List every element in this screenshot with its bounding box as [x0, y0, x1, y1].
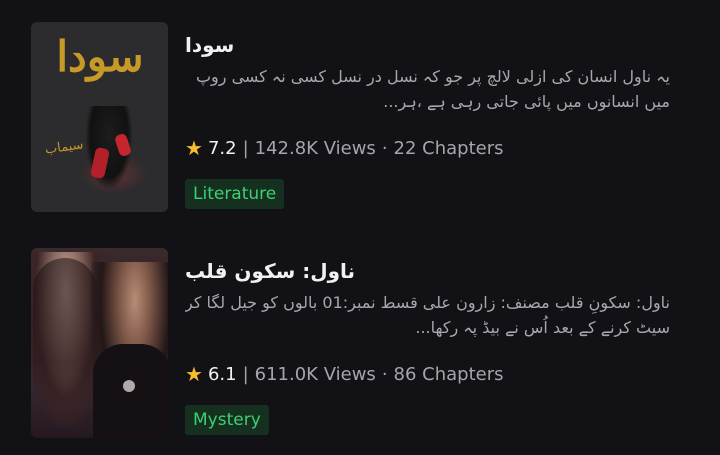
meta-dot: · [381, 137, 388, 159]
book-rating: 6.1 [207, 363, 237, 385]
book-title[interactable]: ناول: سکون قلب [185, 259, 670, 283]
book-cover[interactable] [31, 248, 168, 438]
genre-tag[interactable]: Mystery [185, 405, 269, 435]
book-views: 611.0K Views [254, 363, 376, 385]
cover-hair [33, 258, 97, 408]
star-icon: ★ [185, 362, 203, 386]
cover-title: سودا [56, 32, 144, 81]
star-icon: ★ [185, 136, 203, 160]
book-cover[interactable]: سودا سیماب [31, 22, 168, 212]
meta-separator: | [242, 137, 249, 159]
genre-tag[interactable]: Literature [185, 179, 285, 209]
book-description: یہ ناول انسان کی ازلی لالچ پر جو کہ نسل … [195, 67, 670, 111]
meta-separator: | [242, 363, 249, 385]
book-views: 142.8K Views [254, 137, 376, 159]
book-title[interactable]: سودا [185, 33, 670, 57]
meta-dot: · [381, 363, 388, 385]
book-list: سودا سیماب سودا یہ ناول انسان کی ازلی لا… [0, 0, 720, 455]
book-card[interactable]: ناول: سکون قلب ناول: سکونِ قلب مصنف: زار… [0, 226, 720, 438]
book-meta: ★ 7.2 | 142.8K Views · 22 Chapters [185, 136, 504, 160]
book-description: ناول: سکونِ قلب مصنف: زارون علی قسط نمبر… [185, 293, 670, 337]
book-rating: 7.2 [207, 137, 237, 159]
book-meta: ★ 6.1 | 611.0K Views · 86 Chapters [185, 362, 504, 386]
book-chapters: 22 Chapters [393, 137, 504, 159]
book-card[interactable]: سودا سیماب سودا یہ ناول انسان کی ازلی لا… [0, 0, 720, 212]
cover-moon [123, 380, 135, 392]
book-chapters: 86 Chapters [393, 363, 504, 385]
